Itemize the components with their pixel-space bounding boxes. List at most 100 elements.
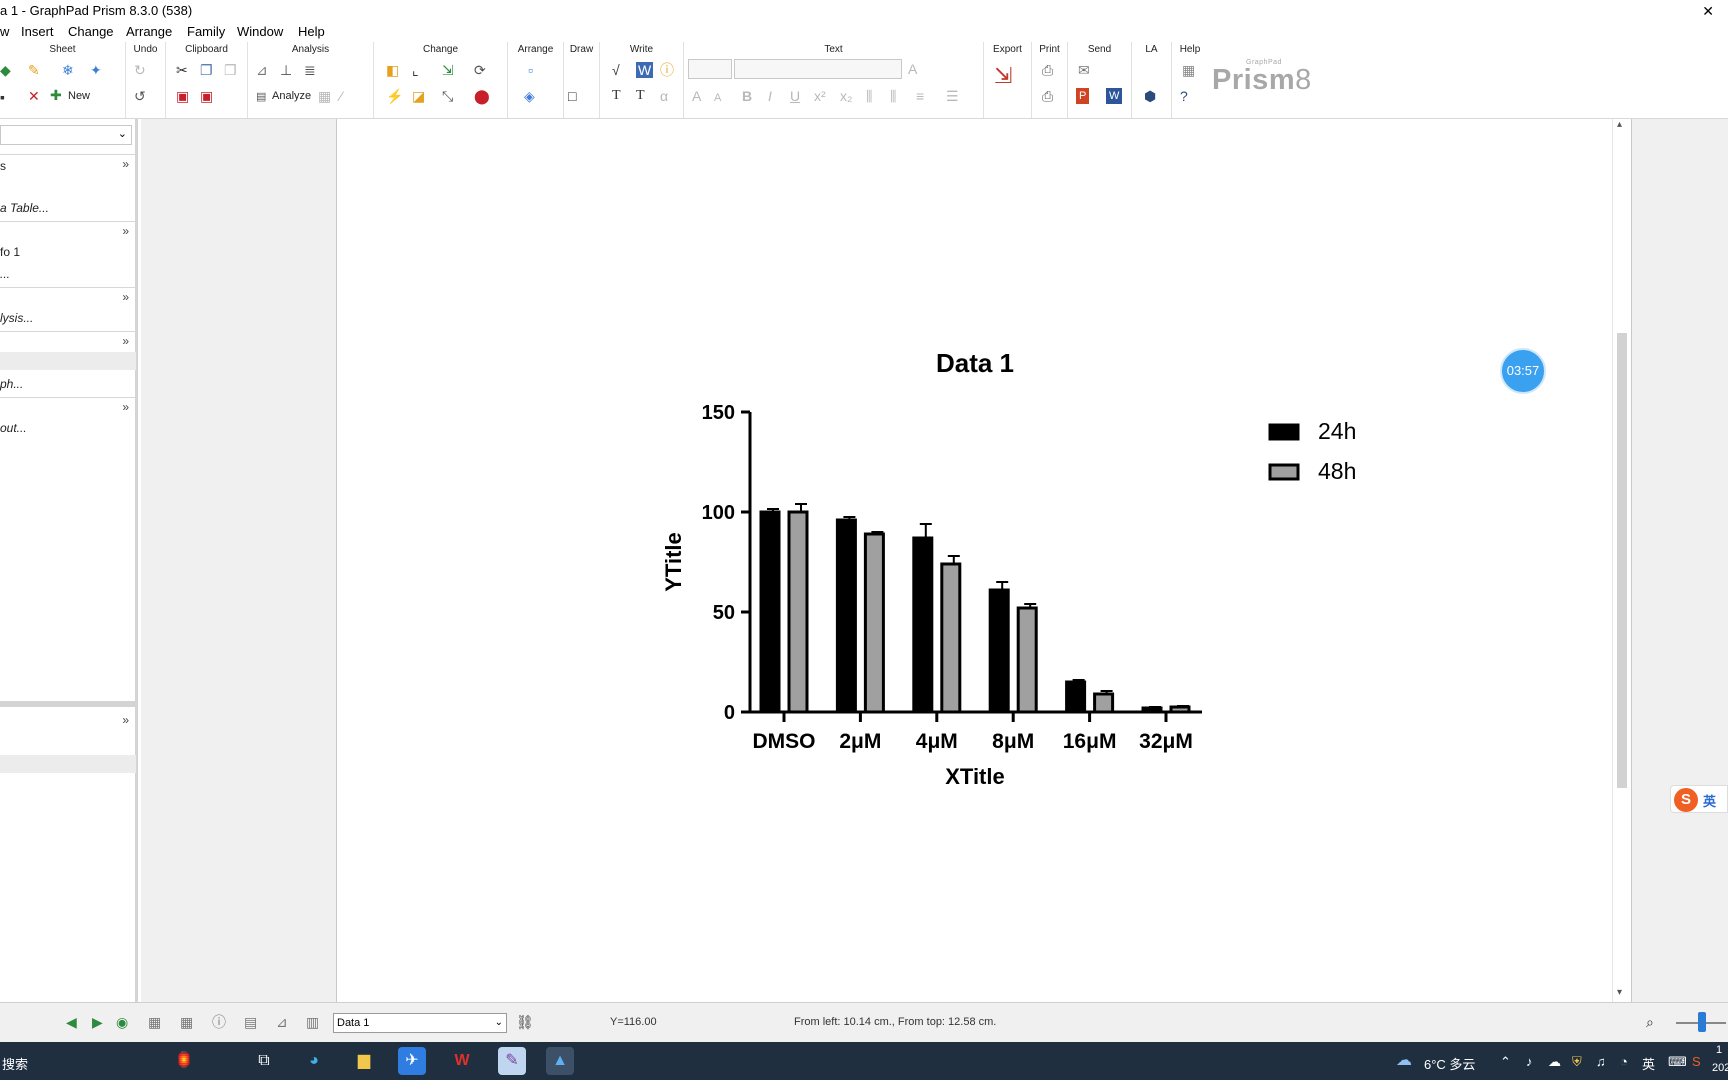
help-book-icon[interactable]: ▦: [1182, 62, 1195, 78]
sogou-tray-icon[interactable]: S: [1692, 1054, 1701, 1069]
analysis-options-icon[interactable]: ▦: [318, 88, 331, 104]
font-color-icon[interactable]: A: [908, 61, 917, 77]
microphone-icon[interactable]: ♪: [1526, 1054, 1533, 1069]
copy-special-icon[interactable]: ❐: [224, 62, 237, 78]
network-icon[interactable]: ◔: [1620, 1054, 1628, 1069]
layout-sheet-icon[interactable]: ▥: [306, 1014, 319, 1030]
menu-window[interactable]: Window: [237, 22, 283, 42]
info-icon[interactable]: ⓘ: [660, 62, 674, 78]
expand-icon[interactable]: »: [122, 290, 129, 304]
menu-change[interactable]: Change: [68, 22, 114, 42]
info-sheet-icon[interactable]: ⓘ: [212, 1014, 226, 1030]
expand-icon[interactable]: »: [122, 224, 129, 238]
tray-chevron-icon[interactable]: ⌃: [1500, 1054, 1511, 1070]
next-sheet-icon[interactable]: ▶: [92, 1014, 103, 1030]
ime-indicator[interactable]: 英: [1642, 1054, 1655, 1073]
alpha-icon[interactable]: α: [660, 88, 668, 104]
question-icon[interactable]: ?: [1180, 88, 1188, 104]
new-plus-icon[interactable]: ✚: [50, 87, 62, 103]
nav-item-selected[interactable]: [0, 352, 136, 370]
nav-item-new-table[interactable]: a Table...: [0, 201, 136, 215]
print-icon[interactable]: ⎙: [1042, 62, 1053, 78]
nav-item-new-analysis[interactable]: lysis...: [0, 311, 136, 325]
line-spacing-icon[interactable]: ☰: [946, 88, 959, 104]
shrink-font-icon[interactable]: A: [714, 90, 721, 106]
scroll-thumb[interactable]: [1617, 333, 1627, 788]
search-box[interactable]: 搜索: [2, 1054, 28, 1073]
close-icon[interactable]: ✕: [1702, 0, 1714, 22]
security-icon[interactable]: ⛨: [1572, 1054, 1582, 1070]
menu-view[interactable]: w: [0, 22, 9, 42]
results-sheet-icon[interactable]: ▤: [244, 1014, 257, 1030]
resize-icon[interactable]: ⤡: [442, 88, 453, 104]
graph-sheet-icon[interactable]: ⊿: [276, 1014, 288, 1030]
splitter[interactable]: [0, 701, 136, 707]
paste-special-icon[interactable]: ▣: [200, 88, 213, 104]
italic-icon[interactable]: I: [768, 88, 772, 104]
prism-app-icon[interactable]: ▲: [546, 1047, 574, 1075]
nav-item-new-graph[interactable]: ph...: [0, 377, 136, 391]
rectangle-icon[interactable]: □: [568, 88, 576, 104]
recording-timer[interactable]: 03:57: [1500, 348, 1546, 394]
analyze-button[interactable]: Analyze: [272, 90, 311, 102]
file-explorer-icon[interactable]: ▆: [350, 1047, 378, 1075]
cut-icon[interactable]: ✂: [176, 62, 188, 78]
navigator-dropdown[interactable]: ⌄: [0, 125, 132, 145]
nav-item-info[interactable]: fo 1: [0, 245, 136, 259]
nav-item-new-layout[interactable]: out...: [0, 421, 136, 435]
results-icon[interactable]: ≣: [304, 62, 316, 78]
redo-icon[interactable]: ↻: [134, 62, 146, 78]
grow-font-icon[interactable]: A: [692, 88, 701, 104]
column-analysis-icon[interactable]: ⊥: [280, 62, 292, 78]
swap-axes-icon[interactable]: ⇲: [442, 62, 454, 78]
delete-sheet-icon[interactable]: ✕: [28, 88, 40, 104]
expand-icon[interactable]: »: [122, 400, 129, 414]
sheet-selector[interactable]: Data 1 ⌄: [333, 1013, 507, 1033]
zoom-slider-thumb[interactable]: [1698, 1012, 1706, 1032]
magic-wand-gray-icon[interactable]: ⁄: [340, 88, 342, 104]
axes-icon[interactable]: ⌞: [412, 62, 419, 78]
edge-browser-icon[interactable]: ◕: [300, 1047, 328, 1075]
format-graph-icon[interactable]: ◧: [386, 62, 399, 78]
nav-item-sheets[interactable]: s: [0, 159, 136, 173]
underline-icon[interactable]: U: [790, 88, 800, 104]
text-box-icon[interactable]: T: [636, 88, 645, 104]
bold-icon[interactable]: B: [742, 88, 752, 104]
bar-chart[interactable]: Data 1 0 50 100 150 YTitle DMSO 2μM 4μM 8μM 16μM 32…: [338, 119, 1612, 1002]
scroll-up-icon[interactable]: ▴: [1617, 119, 1622, 130]
paste-icon[interactable]: ▣: [176, 88, 189, 104]
paint-app-icon[interactable]: ✎: [498, 1047, 526, 1075]
kerning-icon[interactable]: ⫼: [866, 88, 872, 104]
table-icon[interactable]: ▦: [180, 1014, 193, 1030]
font-size-select[interactable]: [688, 59, 732, 79]
email-icon[interactable]: ✉: [1078, 62, 1090, 78]
superscript-icon[interactable]: x²: [814, 88, 826, 104]
prev-sheet-icon[interactable]: ◀: [66, 1014, 77, 1030]
menu-insert[interactable]: Insert: [21, 22, 54, 42]
bird-app-icon[interactable]: ✈: [398, 1047, 426, 1075]
color-scheme-icon[interactable]: ◪: [412, 88, 425, 104]
sheet-arrow-icon[interactable]: ▪: [0, 89, 5, 105]
new-sheet-icon[interactable]: ◆: [0, 62, 11, 78]
magic-wand-icon[interactable]: ⚡: [386, 88, 403, 104]
arrange-icon[interactable]: ◈: [524, 88, 535, 104]
font-family-select[interactable]: [734, 59, 902, 79]
vertical-scrollbar[interactable]: ▴ ▾: [1612, 119, 1630, 1002]
word-send-icon[interactable]: W: [1106, 88, 1123, 104]
link-icon[interactable]: ⛓: [516, 1014, 534, 1030]
subscript-icon[interactable]: x₂: [840, 88, 852, 104]
sogou-ime-widget[interactable]: S 英: [1670, 785, 1728, 813]
snowflake-icon[interactable]: ❄: [62, 62, 74, 78]
highlighter-icon[interactable]: ✎: [28, 62, 40, 78]
powerpoint-icon[interactable]: P: [1076, 88, 1090, 104]
data-table-icon[interactable]: ▦: [148, 1014, 161, 1030]
keyboard-icon[interactable]: ⌨: [1668, 1054, 1687, 1070]
menu-help[interactable]: Help: [298, 22, 325, 42]
align-icon[interactable]: ▫: [528, 62, 533, 78]
xy-analysis-icon[interactable]: ⊿: [256, 62, 268, 78]
expand-icon[interactable]: »: [122, 334, 129, 348]
text-icon[interactable]: T: [612, 88, 621, 104]
zoom-icon[interactable]: ⌕: [1646, 1014, 1654, 1030]
scroll-down-icon[interactable]: ▾: [1617, 987, 1622, 998]
analyze-icon[interactable]: ▤: [256, 89, 266, 105]
